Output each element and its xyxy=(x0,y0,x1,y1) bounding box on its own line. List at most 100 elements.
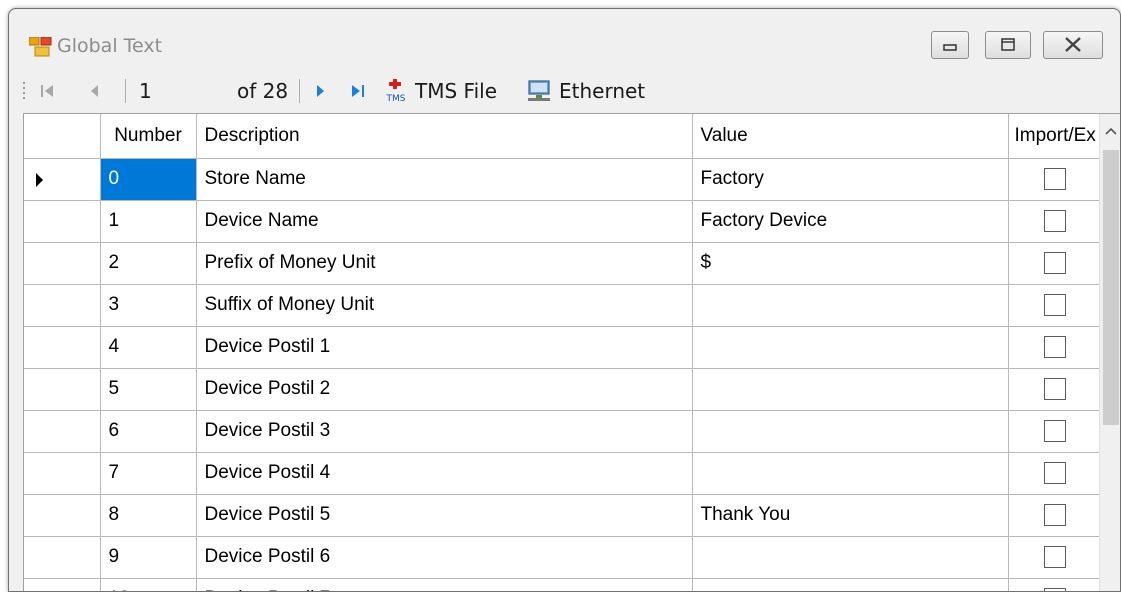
value-cell[interactable]: Factory Device xyxy=(692,200,1009,243)
ethernet-label: Ethernet xyxy=(559,79,646,103)
table-row[interactable]: 3 Suffix of Money Unit xyxy=(24,284,1102,327)
row-header-corner[interactable] xyxy=(24,114,101,159)
import-export-cell xyxy=(1008,200,1102,243)
import-export-checkbox[interactable] xyxy=(1043,504,1066,526)
import-export-checkbox[interactable] xyxy=(1043,546,1066,568)
title-bar[interactable]: Global Text xyxy=(9,9,1120,71)
number-cell[interactable]: 6 xyxy=(100,410,197,453)
import-export-cell xyxy=(1008,368,1102,411)
table-row[interactable]: 7 Device Postil 4 xyxy=(24,452,1102,495)
table-row[interactable]: 5 Device Postil 2 xyxy=(24,368,1102,411)
row-header[interactable] xyxy=(24,326,101,369)
count-label: of 28 xyxy=(237,79,289,103)
number-cell[interactable]: 9 xyxy=(100,536,197,579)
description-cell[interactable]: Device Postil 4 xyxy=(196,452,693,495)
description-cell[interactable]: Device Postil 6 xyxy=(196,536,693,579)
number-cell[interactable]: 7 xyxy=(100,452,197,495)
row-header[interactable] xyxy=(24,494,101,537)
column-header-number[interactable]: Number xyxy=(100,114,197,159)
ethernet-button[interactable]: Ethernet xyxy=(525,71,645,111)
minimize-button[interactable] xyxy=(931,31,969,59)
scroll-thumb[interactable] xyxy=(1103,150,1119,425)
value-cell[interactable] xyxy=(692,578,1009,591)
move-first-button[interactable] xyxy=(37,71,63,111)
row-header[interactable] xyxy=(24,578,101,591)
table-row[interactable]: 9 Device Postil 6 xyxy=(24,536,1102,579)
import-export-checkbox[interactable] xyxy=(1043,168,1066,190)
import-export-cell xyxy=(1008,284,1102,327)
row-header[interactable] xyxy=(24,200,101,243)
table-row[interactable]: 4 Device Postil 1 xyxy=(24,326,1102,369)
row-header[interactable] xyxy=(24,452,101,495)
import-export-checkbox[interactable] xyxy=(1043,378,1066,400)
column-header-import-export[interactable]: Import/Ex xyxy=(1008,114,1102,159)
number-cell[interactable]: 8 xyxy=(100,494,197,537)
table-row[interactable]: 8 Device Postil 5 Thank You xyxy=(24,494,1102,537)
value-cell[interactable]: $ xyxy=(692,242,1009,285)
number-cell[interactable]: 10 xyxy=(100,578,197,591)
column-header-description[interactable]: Description xyxy=(196,114,693,159)
description-cell[interactable]: Device Name xyxy=(196,200,693,243)
toolbar-separator xyxy=(299,79,300,103)
svg-text:TMS: TMS xyxy=(386,94,406,104)
import-export-cell xyxy=(1008,242,1102,285)
number-cell[interactable]: 5 xyxy=(100,368,197,411)
import-export-checkbox[interactable] xyxy=(1043,294,1066,316)
description-cell[interactable]: Device Postil 1 xyxy=(196,326,693,369)
row-header[interactable] xyxy=(24,536,101,579)
scroll-up-button[interactable] xyxy=(1100,114,1120,148)
number-cell[interactable]: 1 xyxy=(100,200,197,243)
column-header-value[interactable]: Value xyxy=(692,114,1009,159)
position-input[interactable] xyxy=(137,75,241,107)
row-header[interactable] xyxy=(24,242,101,285)
value-cell[interactable] xyxy=(692,536,1009,579)
value-cell[interactable]: Thank You xyxy=(692,494,1009,537)
close-button[interactable] xyxy=(1043,31,1103,59)
import-export-checkbox[interactable] xyxy=(1043,588,1066,591)
import-export-checkbox[interactable] xyxy=(1043,252,1066,274)
table-row[interactable]: 10Device Postil 7 xyxy=(24,578,1102,591)
current-row-arrow-icon xyxy=(36,172,43,187)
import-export-checkbox[interactable] xyxy=(1043,462,1066,484)
table-row[interactable]: 0 Store Name Factory xyxy=(24,158,1102,201)
number-cell[interactable]: 0 xyxy=(100,158,197,201)
ethernet-icon xyxy=(528,80,550,101)
table-row[interactable]: 6 Device Postil 3 xyxy=(24,410,1102,453)
vertical-scrollbar[interactable] xyxy=(1099,114,1120,591)
number-cell[interactable]: 4 xyxy=(100,326,197,369)
description-cell[interactable]: Device Postil 3 xyxy=(196,410,693,453)
description-cell[interactable]: Prefix of Money Unit xyxy=(196,242,693,285)
description-cell[interactable]: Device Postil 5 xyxy=(196,494,693,537)
description-cell[interactable]: Store Name xyxy=(196,158,693,201)
app-icon xyxy=(29,37,52,57)
import-export-checkbox[interactable] xyxy=(1043,210,1066,232)
toolbar-separator xyxy=(125,79,126,103)
description-cell[interactable]: Suffix of Money Unit xyxy=(196,284,693,327)
description-cell[interactable]: Device Postil 2 xyxy=(196,368,693,411)
value-cell[interactable] xyxy=(692,410,1009,453)
maximize-button[interactable] xyxy=(985,31,1031,59)
value-cell[interactable] xyxy=(692,368,1009,411)
tms-file-button[interactable]: TMS TMS File xyxy=(383,71,497,111)
row-header[interactable] xyxy=(24,368,101,411)
global-text-grid[interactable]: Number Description Value Import/Ex 0 Stor… xyxy=(23,113,1120,591)
import-export-cell xyxy=(1008,578,1102,591)
table-row[interactable]: 1 Device Name Factory Device xyxy=(24,200,1102,243)
import-export-checkbox[interactable] xyxy=(1043,336,1066,358)
number-cell[interactable]: 3 xyxy=(100,284,197,327)
row-header[interactable] xyxy=(24,158,101,201)
move-last-button[interactable] xyxy=(347,71,373,111)
row-header[interactable] xyxy=(24,284,101,327)
description-cell[interactable]: Device Postil 7 xyxy=(196,578,693,591)
import-export-checkbox[interactable] xyxy=(1043,420,1066,442)
move-previous-button[interactable] xyxy=(85,71,109,111)
value-cell[interactable] xyxy=(692,284,1009,327)
number-cell[interactable]: 2 xyxy=(100,242,197,285)
move-next-button[interactable] xyxy=(311,71,335,111)
row-header[interactable] xyxy=(24,410,101,453)
table-row[interactable]: 2 Prefix of Money Unit $ xyxy=(24,242,1102,285)
toolbar-grip-icon[interactable] xyxy=(21,81,27,103)
value-cell[interactable] xyxy=(692,326,1009,369)
value-cell[interactable]: Factory xyxy=(692,158,1009,201)
value-cell[interactable] xyxy=(692,452,1009,495)
